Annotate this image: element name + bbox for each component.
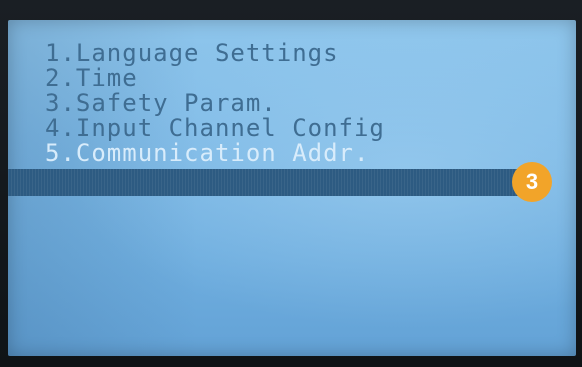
selection-highlight-bar [8,169,544,196]
step-number-badge: 3 [512,162,552,202]
menu-item-input-channel-config[interactable]: 4.Input Channel Config [45,116,385,141]
device-bezel: 1.Language Settings 2.Time 3.Safety Para… [0,0,582,367]
menu-item-safety-param[interactable]: 3.Safety Param. [45,91,385,116]
menu-item-time[interactable]: 2.Time [45,66,385,91]
menu-item-language-settings[interactable]: 1.Language Settings [45,41,385,66]
menu-item-communication-addr[interactable]: 5.Communication Addr. [45,141,385,166]
lcd-screen: 1.Language Settings 2.Time 3.Safety Para… [8,20,576,356]
settings-menu: 1.Language Settings 2.Time 3.Safety Para… [45,41,385,166]
